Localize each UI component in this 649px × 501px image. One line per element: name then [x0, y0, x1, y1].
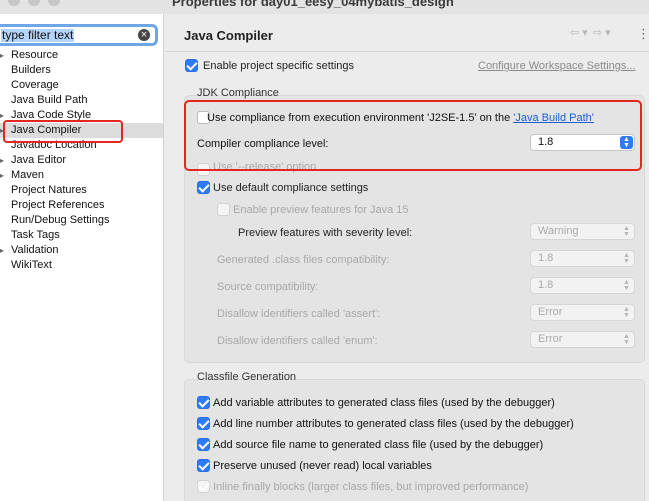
clear-filter-icon[interactable]: ×: [138, 29, 150, 41]
chevron-right-icon[interactable]: ▸: [0, 168, 8, 183]
add-source-file-name-label: Add source file name to generated class …: [213, 439, 544, 451]
sidebar-item-label: WikiText: [11, 259, 52, 271]
select-arrows-icon: ▲ ▼: [623, 252, 630, 265]
sidebar-item-project-natures[interactable]: Project Natures: [0, 183, 163, 198]
sidebar-item-label: Resource: [11, 49, 59, 61]
close-window-icon[interactable]: [8, 0, 20, 6]
sidebar-item-maven[interactable]: ▸ Maven: [0, 168, 163, 183]
disallow-assert-select[interactable]: Error ▲ ▼: [530, 304, 635, 321]
enable-preview-features-label: Enable preview features for Java 15: [233, 204, 409, 216]
header-divider: [165, 51, 649, 52]
sidebar-item-label: Project Natures: [11, 184, 87, 196]
history-navigation: ⇦ ▾ ⇨ ▾: [570, 26, 613, 39]
view-menu-icon[interactable]: ⋮: [637, 27, 649, 40]
classfile-compatibility-value: 1.8: [538, 252, 554, 264]
select-arrows-icon: ▲ ▼: [623, 279, 630, 292]
enable-project-settings-label: Enable project specific settings: [203, 60, 355, 72]
sidebar-item-builders[interactable]: Builders: [0, 63, 163, 78]
minimize-window-icon[interactable]: [28, 0, 40, 6]
use-default-compliance-label: Use default compliance settings: [213, 182, 369, 194]
sidebar-item-label: Java Editor: [11, 154, 67, 166]
filter-input-text[interactable]: type filter text: [1, 29, 75, 42]
sidebar-item-label: Project References: [11, 199, 105, 211]
classfile-compatibility-select[interactable]: 1.8 ▲ ▼: [530, 250, 635, 267]
add-line-number-attributes-label: Add line number attributes to generated …: [213, 418, 574, 430]
add-variable-attributes-checkbox[interactable]: [197, 396, 210, 409]
chevron-right-icon[interactable]: ▸: [0, 243, 8, 258]
sidebar-item-label: Builders: [11, 64, 51, 76]
preferences-tree: ▸ Resource Builders Coverage Java Build P…: [0, 48, 163, 273]
sidebar-item-task-tags[interactable]: Task Tags: [0, 228, 163, 243]
source-compatibility-select[interactable]: 1.8 ▲ ▼: [530, 277, 635, 294]
preferences-sidebar: type filter text × ▸ Resource Builders Co…: [0, 14, 164, 501]
source-compatibility-label: Source compatibility:: [217, 281, 319, 293]
jdk-compliance-title: JDK Compliance: [197, 87, 279, 99]
preserve-unused-locals-checkbox[interactable]: [197, 459, 210, 472]
annotation-highlight-box: [184, 100, 642, 171]
sidebar-item-java-build-path[interactable]: Java Build Path: [0, 93, 163, 108]
back-arrow-icon[interactable]: ⇦ ▾: [570, 26, 588, 39]
sidebar-item-label: Java Build Path: [11, 94, 88, 106]
inline-finally-blocks-label: Inline finally blocks (larger class file…: [213, 481, 529, 493]
classfile-generation-title: Classfile Generation: [197, 371, 297, 383]
add-variable-attributes-label: Add variable attributes to generated cla…: [213, 397, 555, 409]
use-default-compliance-checkbox[interactable]: [197, 181, 210, 194]
filter-input[interactable]: type filter text ×: [0, 24, 158, 46]
sidebar-item-validation[interactable]: ▸ Validation: [0, 243, 163, 258]
sidebar-item-label: Coverage: [11, 79, 59, 91]
disallow-assert-label: Disallow identifiers called 'assert':: [217, 308, 381, 320]
sidebar-item-coverage[interactable]: Coverage: [0, 78, 163, 93]
sidebar-item-project-references[interactable]: Project References: [0, 198, 163, 213]
chevron-right-icon[interactable]: ▸: [0, 153, 8, 168]
add-line-number-attributes-checkbox[interactable]: [197, 417, 210, 430]
select-arrows-icon: ▲ ▼: [623, 333, 630, 346]
preview-severity-value: Warning: [538, 225, 579, 237]
preserve-unused-locals-label: Preserve unused (never read) local varia…: [213, 460, 432, 472]
configure-workspace-settings-link[interactable]: Configure Workspace Settings...: [478, 59, 636, 73]
preview-severity-select[interactable]: Warning ▲ ▼: [530, 223, 635, 240]
inline-finally-blocks-checkbox[interactable]: [197, 480, 210, 493]
disallow-assert-value: Error: [538, 306, 563, 318]
page-title: Java Compiler: [184, 28, 273, 43]
disallow-enum-value: Error: [538, 333, 563, 345]
preview-severity-label: Preview features with severity level:: [238, 227, 413, 239]
sidebar-item-label: Maven: [11, 169, 45, 181]
disallow-enum-select[interactable]: Error ▲ ▼: [530, 331, 635, 348]
java-compiler-page: Java Compiler ⇦ ▾ ⇨ ▾ ⋮ Enable project s…: [165, 14, 649, 501]
window-title: Properties for day01_eesy_04mybatis_desi…: [172, 0, 454, 9]
sidebar-item-label: Run/Debug Settings: [11, 214, 110, 226]
sidebar-item-java-editor[interactable]: ▸ Java Editor: [0, 153, 163, 168]
window-title-bar: Properties for day01_eesy_04mybatis_desi…: [0, 0, 649, 14]
chevron-right-icon[interactable]: ▸: [0, 48, 8, 63]
select-arrows-icon: ▲ ▼: [623, 306, 630, 319]
classfile-compatibility-label: Generated .class files compatibility:: [217, 254, 390, 266]
sidebar-item-wikitext[interactable]: WikiText: [0, 258, 163, 273]
enable-project-settings-checkbox[interactable]: [185, 59, 198, 72]
select-arrows-icon: ▲ ▼: [623, 225, 630, 238]
sidebar-item-resource[interactable]: ▸ Resource: [0, 48, 163, 63]
zoom-window-icon[interactable]: [48, 0, 60, 6]
forward-arrow-icon[interactable]: ⇨ ▾: [593, 26, 611, 39]
add-source-file-name-checkbox[interactable]: [197, 438, 210, 451]
disallow-enum-label: Disallow identifiers called 'enum':: [217, 335, 378, 347]
sidebar-item-label: Validation: [11, 244, 59, 256]
enable-preview-features-checkbox[interactable]: [217, 203, 230, 216]
sidebar-item-label: Task Tags: [11, 229, 60, 241]
source-compatibility-value: 1.8: [538, 279, 554, 291]
annotation-highlight-box: [3, 120, 123, 143]
sidebar-item-run-debug-settings[interactable]: Run/Debug Settings: [0, 213, 163, 228]
